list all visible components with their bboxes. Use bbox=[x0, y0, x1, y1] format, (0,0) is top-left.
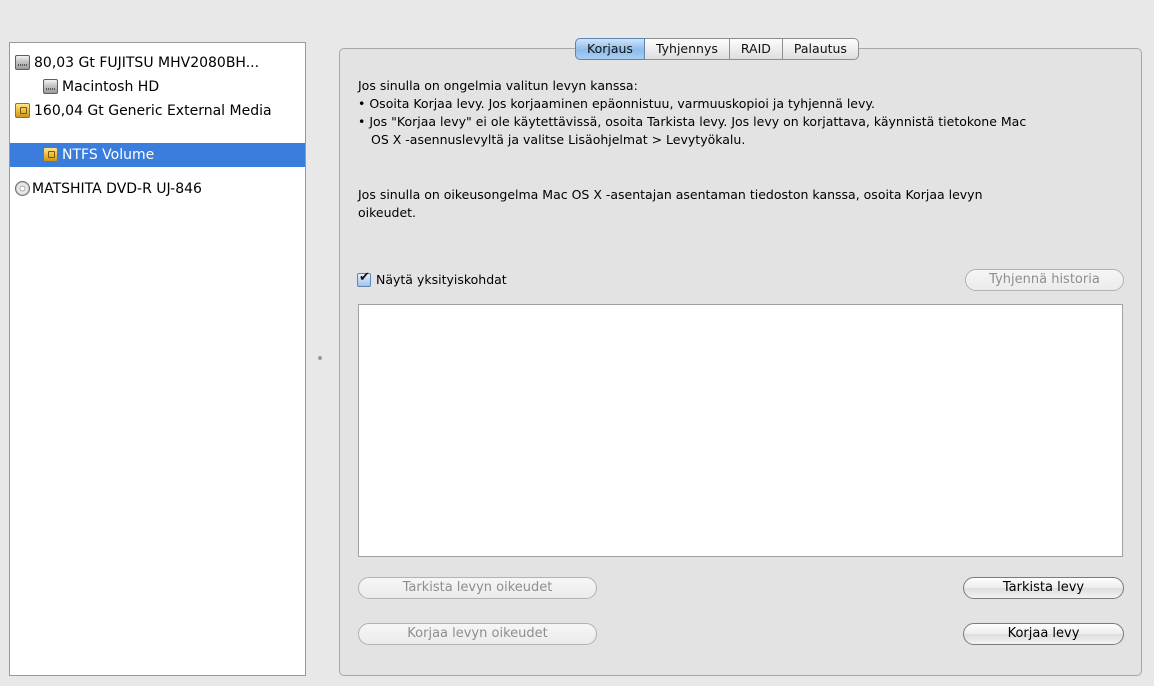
info-bullet-verify: • Jos "Korjaa levy" ei ole käytettävissä… bbox=[358, 114, 1027, 129]
info-bullet-verify-cont: OS X -asennuslevyltä ja valitse Lisäohje… bbox=[371, 132, 746, 147]
volume-item-ntfs[interactable]: NTFS Volume bbox=[10, 143, 305, 167]
tab-bar: Korjaus Tyhjennys RAID Palautus bbox=[575, 38, 859, 60]
dvd-icon bbox=[15, 181, 30, 196]
hdd-icon bbox=[15, 55, 30, 70]
tab-tyhjennys[interactable]: Tyhjennys bbox=[644, 38, 730, 60]
info-bullet-repair: • Osoita Korjaa levy. Jos korjaaminen ep… bbox=[358, 96, 875, 111]
disk-item-label: 160,04 Gt Generic External Media bbox=[34, 103, 272, 119]
repair-permissions-button[interactable]: Korjaa levyn oikeudet bbox=[358, 623, 597, 645]
info-permissions-cont: oikeudet. bbox=[358, 205, 417, 220]
details-log[interactable] bbox=[358, 304, 1123, 557]
info-intro: Jos sinulla on ongelmia valitun levyn ka… bbox=[358, 78, 638, 93]
repair-disk-button[interactable]: Korjaa levy bbox=[963, 623, 1124, 645]
volume-item-label: NTFS Volume bbox=[62, 147, 155, 163]
volume-item-label: Macintosh HD bbox=[62, 79, 160, 95]
splitter-handle[interactable] bbox=[318, 356, 322, 360]
tab-raid[interactable]: RAID bbox=[729, 38, 783, 60]
verify-disk-button[interactable]: Tarkista levy bbox=[963, 577, 1124, 599]
disk-item-label: 80,03 Gt FUJITSU MHV2080BH... bbox=[34, 55, 260, 71]
external-drive-icon bbox=[15, 103, 30, 118]
tab-korjaus[interactable]: Korjaus bbox=[575, 38, 645, 60]
clear-history-button[interactable]: Tyhjennä historia bbox=[965, 269, 1124, 291]
show-details-checkbox[interactable] bbox=[357, 270, 371, 287]
info-permissions: Jos sinulla on oikeusongelma Mac OS X -a… bbox=[358, 187, 983, 202]
show-details-label: Näytä yksityiskohdat bbox=[376, 272, 507, 287]
external-drive-icon bbox=[43, 147, 58, 162]
disk-list[interactable]: 80,03 Gt FUJITSU MHV2080BH... Macintosh … bbox=[9, 42, 306, 676]
disk-item-label: MATSHITA DVD-R UJ-846 bbox=[32, 181, 202, 197]
verify-permissions-button[interactable]: Tarkista levyn oikeudet bbox=[358, 577, 597, 599]
tab-palautus[interactable]: Palautus bbox=[782, 38, 859, 60]
hdd-icon bbox=[43, 79, 58, 94]
